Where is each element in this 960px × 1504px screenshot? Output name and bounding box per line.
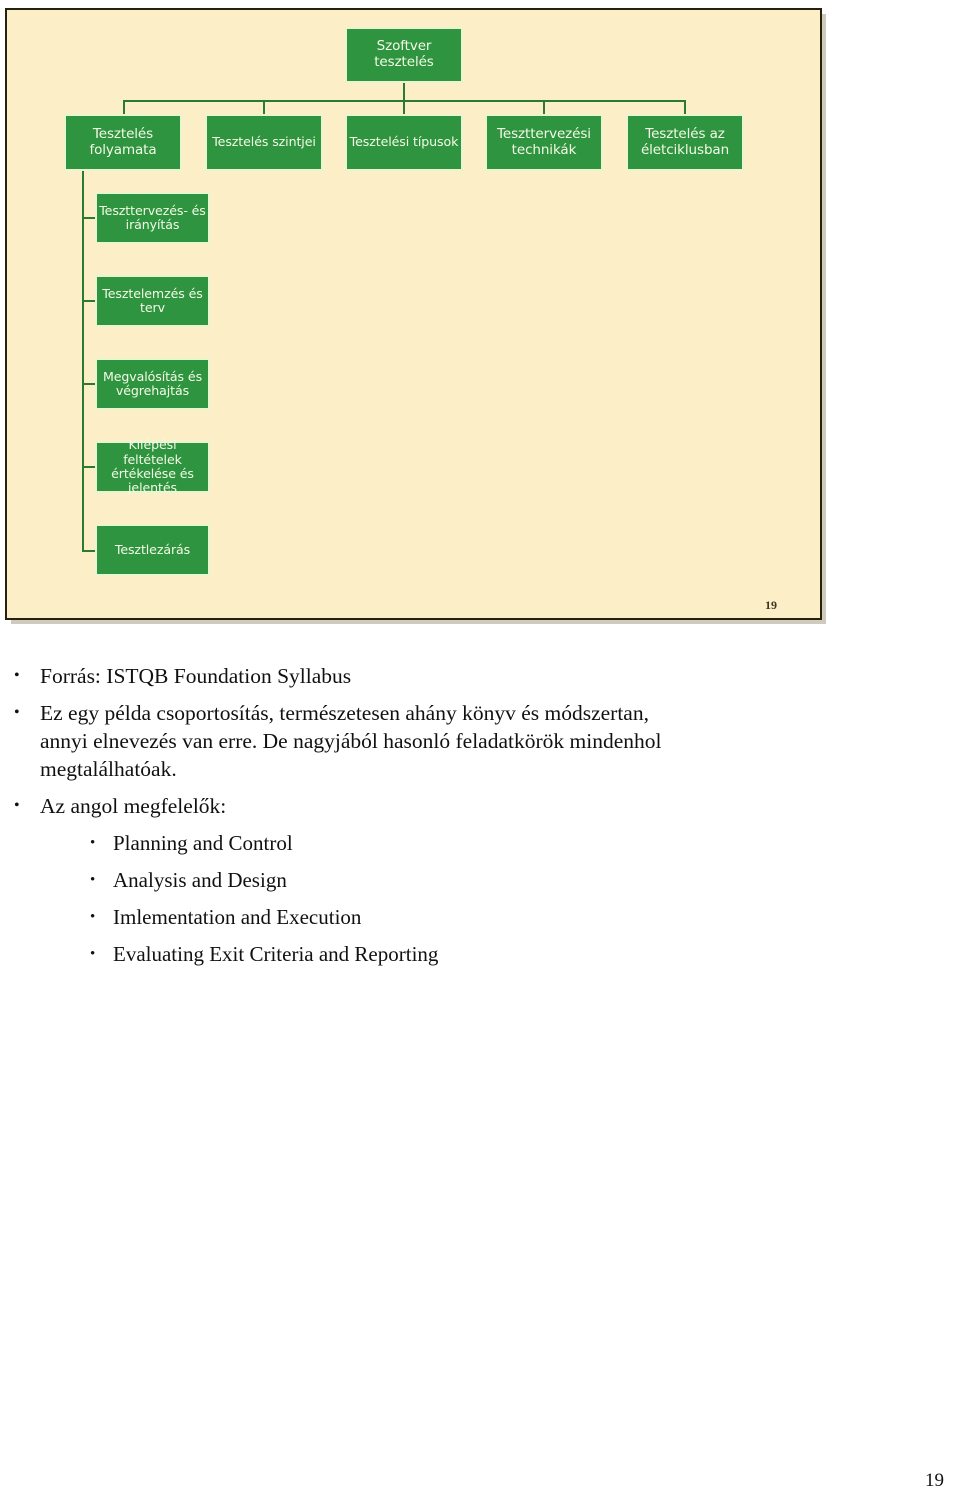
bullet-glyph-icon: • bbox=[90, 872, 96, 888]
diagram-node-testing-in-lifecycle-label: Tesztelés az életciklusban bbox=[640, 125, 730, 158]
diagram-node-test-closure: Tesztlezárás bbox=[95, 524, 210, 576]
diagram-node-test-planning-control: Teszttervezés- és irányítás bbox=[95, 192, 210, 244]
diagram-node-testing-levels-label: Tesztelés szintjei bbox=[212, 134, 316, 150]
sub-bullet-item: • Analysis and Design bbox=[0, 866, 960, 894]
bullet-item: • Az angol megfelelők: bbox=[0, 792, 960, 820]
diagram-node-testing-process: Tesztelés folyamata bbox=[64, 114, 182, 171]
diagram-node-implementation-execution: Megvalósítás és végrehajtás bbox=[95, 358, 210, 410]
bullet-text: Forrás: ISTQB Foundation Syllabus bbox=[40, 664, 352, 688]
slide-shadow-right bbox=[822, 14, 826, 622]
diagram-node-test-closure-label: Tesztlezárás bbox=[114, 541, 191, 557]
bullet-glyph-icon: • bbox=[14, 667, 20, 684]
bullet-text: Ez egy példa csoportosítás, természetese… bbox=[40, 701, 662, 781]
diagram-node-testing-process-label: Tesztelés folyamata bbox=[89, 125, 157, 158]
diagram-node-test-design-techniques: Teszttervezési technikák bbox=[485, 114, 603, 171]
footer-page-number: 19 bbox=[925, 1470, 944, 1491]
diagram-node-testing-in-lifecycle: Tesztelés az életciklusban bbox=[626, 114, 744, 171]
connector-process-stub-3 bbox=[82, 383, 95, 385]
bullet-text: Az angol megfelelők: bbox=[40, 794, 227, 818]
diagram-node-testing-types: Tesztelési típusok bbox=[345, 114, 463, 171]
diagram-node-implementation-execution-label: Megvalósítás és végrehajtás bbox=[102, 368, 203, 398]
diagram-node-exit-criteria-reporting-label: Kilépési feltételek értékelése és jelent… bbox=[111, 437, 194, 496]
bullet-item: • Ez egy példa csoportosítás, természete… bbox=[0, 699, 670, 783]
connector-process-spine bbox=[82, 171, 84, 552]
diagram-node-test-analysis-design-label: Tesztelemzés és terv bbox=[102, 285, 203, 315]
connector-process-stub-1 bbox=[82, 217, 95, 219]
notes-section: • Forrás: ISTQB Foundation Syllabus • Ez… bbox=[0, 662, 960, 977]
bullet-glyph-icon: • bbox=[14, 704, 20, 721]
sub-bullet-item: • Evaluating Exit Criteria and Reporting bbox=[0, 940, 960, 968]
connector-process-stub-4 bbox=[82, 466, 95, 468]
diagram-node-exit-criteria-reporting: Kilépési feltételek értékelése és jelent… bbox=[95, 437, 210, 496]
sub-bullet-text: Evaluating Exit Criteria and Reporting bbox=[113, 942, 439, 966]
bullet-item: • Forrás: ISTQB Foundation Syllabus bbox=[0, 662, 960, 690]
diagram-node-test-design-techniques-label: Teszttervezési technikák bbox=[497, 125, 591, 158]
connector-process-stub-2 bbox=[82, 300, 95, 302]
sub-bullet-text: Analysis and Design bbox=[113, 868, 287, 892]
sub-bullet-item: • Imlementation and Execution bbox=[0, 903, 960, 931]
diagram-node-test-planning-control-label: Teszttervezés- és irányítás bbox=[99, 202, 206, 232]
bullet-glyph-icon: • bbox=[90, 835, 96, 851]
diagram-node-root-label: Szoftver tesztelés bbox=[374, 38, 434, 70]
bullet-glyph-icon: • bbox=[14, 797, 20, 814]
diagram-node-root: Szoftver tesztelés bbox=[345, 27, 463, 83]
sub-bullet-text: Planning and Control bbox=[113, 831, 293, 855]
slide-shadow-bottom bbox=[11, 620, 826, 624]
bullet-glyph-icon: • bbox=[90, 909, 96, 925]
connector-process-stub-5 bbox=[82, 550, 95, 552]
sub-bullet-item: • Planning and Control bbox=[0, 829, 960, 857]
bullet-glyph-icon: • bbox=[90, 946, 96, 962]
sub-bullet-text: Imlementation and Execution bbox=[113, 905, 362, 929]
slide-page-number: 19 bbox=[765, 598, 777, 612]
diagram-node-testing-levels: Tesztelés szintjei bbox=[205, 114, 323, 171]
diagram-node-test-analysis-design: Tesztelemzés és terv bbox=[95, 275, 210, 327]
diagram-node-testing-types-label: Tesztelési típusok bbox=[349, 134, 459, 150]
slide-image: Szoftver tesztelés Tesztelés folyamata T… bbox=[5, 8, 822, 620]
